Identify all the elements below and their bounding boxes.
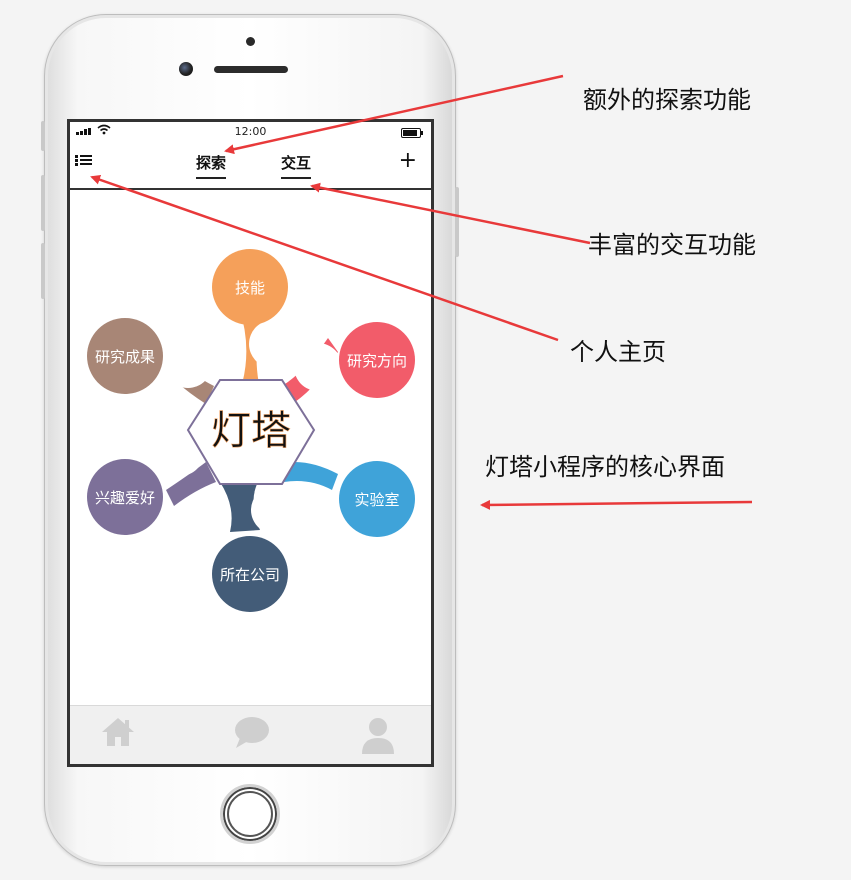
arrow-rich-interaction [310,182,591,245]
annotation-extra-explore: 额外的探索功能 [583,86,751,114]
annotation-core-interface: 灯塔小程序的核心界面 [485,453,725,481]
arrow-core-interface [480,499,753,510]
arrow-extra-explore [224,74,564,155]
arrow-personal-home [90,174,559,342]
annotation-personal-home: 个人主页 [570,338,666,366]
annotation-rich-interaction: 丰富的交互功能 [588,231,756,259]
annotation-arrows [90,74,753,510]
